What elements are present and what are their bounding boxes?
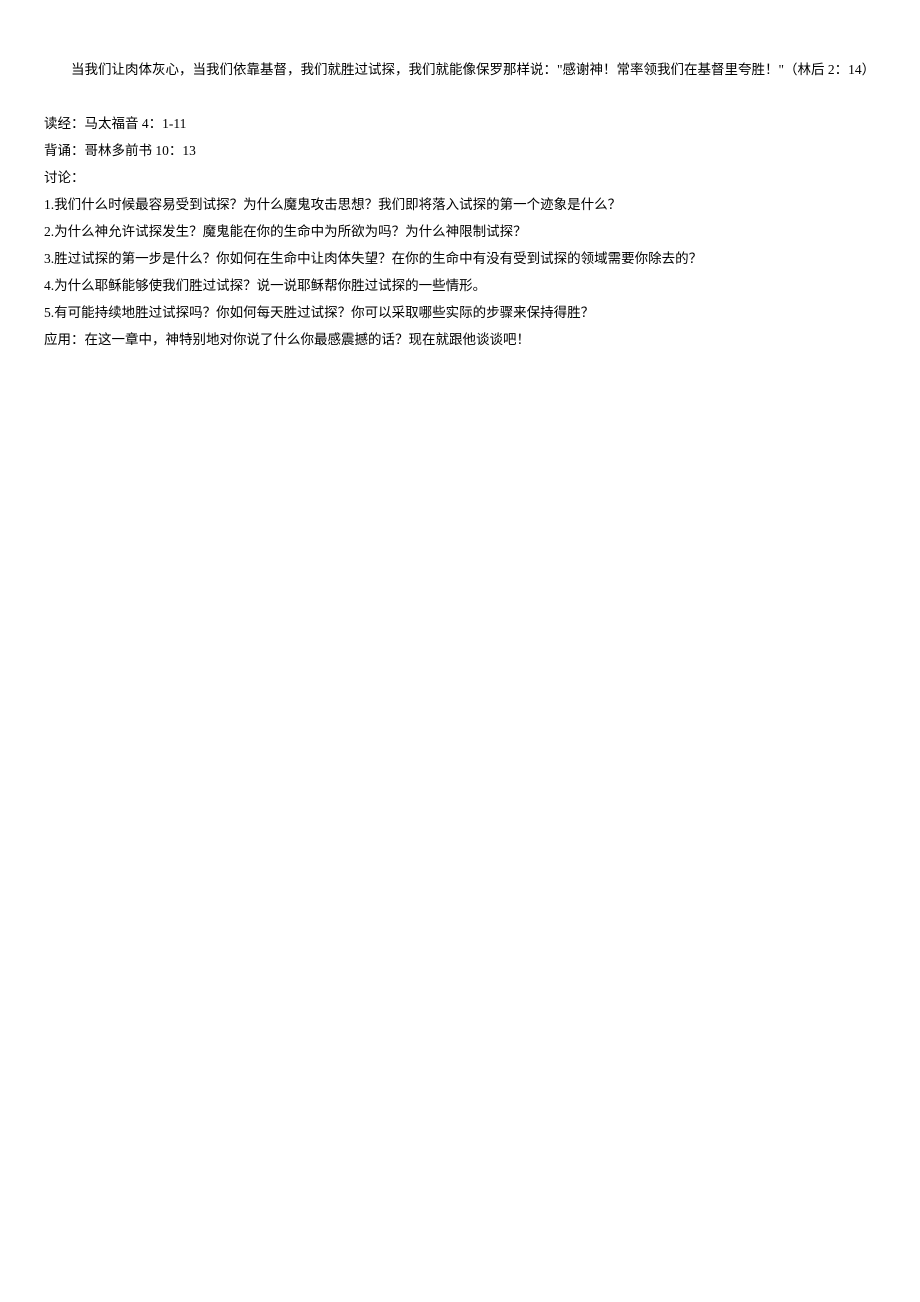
reading-label: 读经： (44, 116, 85, 131)
reading-content: 马太福音 4：1-11 (85, 116, 187, 131)
memory-content: 哥林多前书 10：13 (85, 143, 196, 158)
intro-paragraph: 当我们让肉体灰心，当我们依靠基督，我们就胜过试探，我们就能像保罗那样说："感谢神… (44, 56, 876, 83)
memory-line: 背诵：哥林多前书 10：13 (44, 137, 876, 164)
discussion-question-5: 5.有可能持续地胜过试探吗？你如何每天胜过试探？你可以采取哪些实际的步骤来保持得… (44, 299, 876, 326)
discussion-question-1: 1.我们什么时候最容易受到试探？为什么魔鬼攻击思想？我们即将落入试探的第一个迹象… (44, 191, 876, 218)
discussion-question-2: 2.为什么神允许试探发生？魔鬼能在你的生命中为所欲为吗？为什么神限制试探？ (44, 218, 876, 245)
reading-line: 读经：马太福音 4：1-11 (44, 110, 876, 137)
application-label: 应用： (44, 332, 85, 347)
discussion-question-4: 4.为什么耶稣能够使我们胜过试探？说一说耶稣帮你胜过试探的一些情形。 (44, 272, 876, 299)
discussion-question-3: 3.胜过试探的第一步是什么？你如何在生命中让肉体失望？在你的生命中有没有受到试探… (44, 245, 876, 272)
application-content: 在这一章中，神特别地对你说了什么你最感震撼的话？现在就跟他谈谈吧！ (85, 332, 531, 347)
section-break (44, 83, 876, 110)
memory-label: 背诵： (44, 143, 85, 158)
application-line: 应用：在这一章中，神特别地对你说了什么你最感震撼的话？现在就跟他谈谈吧！ (44, 326, 876, 353)
discussion-label: 讨论： (44, 164, 876, 191)
